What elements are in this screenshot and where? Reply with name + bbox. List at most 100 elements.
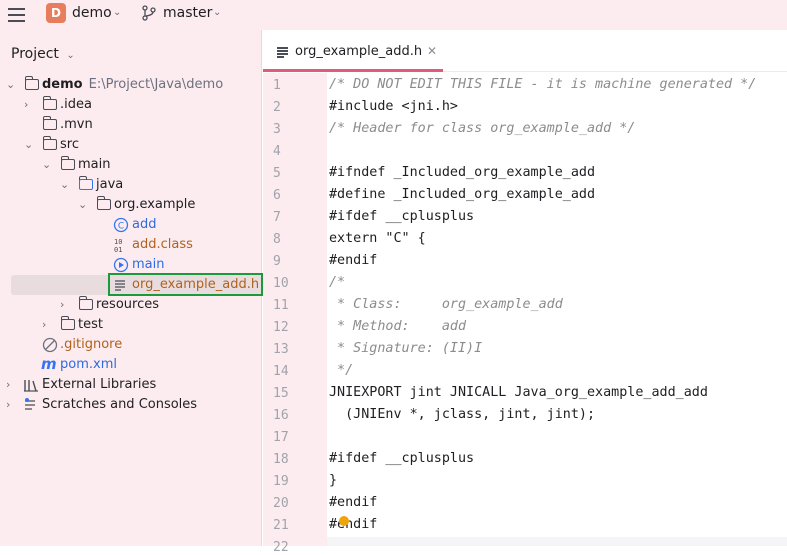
tree-item-org-example[interactable]: ⌄ org.example xyxy=(0,195,262,215)
svg-text:10: 10 xyxy=(114,238,122,246)
chevron-down-icon[interactable]: ⌄ xyxy=(113,7,121,18)
branch-icon[interactable] xyxy=(142,5,156,21)
code-line: * Class: org_example_add xyxy=(329,297,563,312)
resources-folder-icon xyxy=(79,296,93,310)
svg-text:C: C xyxy=(118,222,124,232)
code-line: #define _Included_org_example_add xyxy=(329,187,596,202)
chevron-right-icon[interactable]: › xyxy=(42,318,52,331)
folder-icon xyxy=(43,136,57,150)
chevron-down-icon[interactable]: ⌄ xyxy=(78,198,88,211)
line-number-gutter: 1 2 3 4 5 6 7 8 9 10 11 12 13 14 15 16 17 18 19 20 21 22 xyxy=(263,73,327,555)
chevron-down-icon[interactable]: ⌄ xyxy=(213,7,221,18)
line-number: 22 xyxy=(273,540,289,555)
code-line: #ifdef __cplusplus xyxy=(329,209,475,224)
chevron-right-icon[interactable]: › xyxy=(6,398,16,411)
code-line: } xyxy=(329,473,338,488)
project-sidebar: Project ⌄ ⌄ demo E:\Project\Java\demo › .… xyxy=(0,30,263,546)
library-icon xyxy=(24,380,38,392)
text-file-icon xyxy=(277,47,288,58)
line-number: 2 xyxy=(273,100,281,115)
tree-item-mvn[interactable]: .mvn xyxy=(0,115,262,135)
selection-outline xyxy=(108,273,263,296)
code-line: JNIEXPORT jint JNICALL Java_org_example_… xyxy=(329,385,708,400)
class-icon: C xyxy=(113,217,129,233)
tree-item-test[interactable]: › test xyxy=(0,315,262,335)
tree-item-label: External Libraries xyxy=(42,377,157,392)
code-editor[interactable]: /* DO NOT EDIT THIS FILE - it is machine… xyxy=(327,73,787,546)
tree-item-src[interactable]: ⌄ src xyxy=(0,135,262,155)
sidebar-title-label: Project xyxy=(11,46,59,62)
line-number: 10 xyxy=(273,276,289,291)
folder-icon xyxy=(61,156,75,170)
tree-item-label: demo E:\Project\Java\demo xyxy=(42,77,223,92)
chevron-down-icon[interactable]: ⌄ xyxy=(60,178,70,191)
tree-item-label: main xyxy=(78,157,111,172)
runnable-class-icon xyxy=(113,257,129,273)
code-line: * Signature: (II)I xyxy=(329,341,483,356)
line-number: 1 xyxy=(273,78,281,93)
tab-org-example-add-h[interactable]: org_example_add.h ✕ xyxy=(263,30,443,72)
line-number: 9 xyxy=(273,254,281,269)
line-number: 20 xyxy=(273,496,289,511)
line-number: 8 xyxy=(273,232,281,247)
close-icon[interactable]: ✕ xyxy=(427,44,437,58)
line-number: 4 xyxy=(273,144,281,159)
intention-bulb-icon[interactable] xyxy=(339,516,349,526)
tree-item-scratches[interactable]: › Scratches and Consoles xyxy=(0,395,262,415)
chevron-right-icon[interactable]: › xyxy=(60,298,70,311)
tree-item-main-folder[interactable]: ⌄ main xyxy=(0,155,262,175)
tree-item-label: .idea xyxy=(60,97,92,112)
tree-item-idea[interactable]: › .idea xyxy=(0,95,262,115)
tree-item-label: src xyxy=(60,137,79,152)
line-number: 6 xyxy=(273,188,281,203)
tree-item-label: java xyxy=(96,177,124,192)
tree-item-name: demo xyxy=(42,77,83,92)
title-bar: D demo ⌄ master ⌄ xyxy=(0,0,787,30)
sidebar-title[interactable]: Project ⌄ xyxy=(11,46,75,62)
tree-item-add-class[interactable]: 10 01 add.class xyxy=(0,235,262,255)
chevron-down-icon[interactable]: ⌄ xyxy=(66,50,74,61)
line-number: 21 xyxy=(273,518,289,533)
line-number: 3 xyxy=(273,122,281,137)
project-name[interactable]: demo xyxy=(72,5,112,21)
scratches-icon xyxy=(25,398,35,410)
tree-item-label: add xyxy=(132,217,157,232)
chevron-right-icon[interactable]: › xyxy=(24,98,34,111)
tree-item-add[interactable]: C add xyxy=(0,215,262,235)
tree-item-label: pom.xml xyxy=(60,357,117,372)
project-badge[interactable]: D xyxy=(46,3,66,23)
tree-item-label: add.class xyxy=(132,237,193,252)
line-number: 11 xyxy=(273,298,289,313)
tab-label: org_example_add.h xyxy=(295,44,423,59)
main-menu-icon[interactable] xyxy=(8,7,26,23)
line-number: 15 xyxy=(273,386,289,401)
gitignore-icon xyxy=(42,337,58,353)
line-number: 12 xyxy=(273,320,289,335)
tree-item-path: E:\Project\Java\demo xyxy=(88,77,224,92)
chevron-down-icon[interactable]: ⌄ xyxy=(42,158,52,171)
code-line: /* Header for class org_example_add */ xyxy=(329,121,636,136)
line-number: 13 xyxy=(273,342,289,357)
chevron-down-icon[interactable]: ⌄ xyxy=(24,138,34,151)
chevron-right-icon[interactable]: › xyxy=(6,378,16,391)
tree-item-gitignore[interactable]: .gitignore xyxy=(0,335,262,355)
package-icon xyxy=(97,196,111,210)
code-line: #endif xyxy=(329,253,378,268)
chevron-down-icon[interactable]: ⌄ xyxy=(6,78,16,91)
code-line: /* xyxy=(329,275,346,290)
editor-bottom-band xyxy=(327,537,787,546)
binary-file-icon: 10 01 xyxy=(114,238,122,253)
tree-item-external-libraries[interactable]: › External Libraries xyxy=(0,375,262,395)
tree-item-pom-xml[interactable]: m pom.xml xyxy=(0,355,262,375)
tree-item-resources[interactable]: › resources xyxy=(0,295,262,315)
branch-name[interactable]: master xyxy=(163,5,212,21)
line-number: 17 xyxy=(273,430,289,445)
line-number: 18 xyxy=(273,452,289,467)
tree-item-java[interactable]: ⌄ java xyxy=(0,175,262,195)
tree-item-main-class[interactable]: main xyxy=(0,255,262,275)
tree-item-demo[interactable]: ⌄ demo E:\Project\Java\demo xyxy=(0,75,262,95)
code-line: #endif xyxy=(329,495,378,510)
code-line: (JNIEnv *, jclass, jint, jint); xyxy=(329,407,596,422)
code-line: * Method: add xyxy=(329,319,467,334)
folder-icon xyxy=(43,116,57,130)
